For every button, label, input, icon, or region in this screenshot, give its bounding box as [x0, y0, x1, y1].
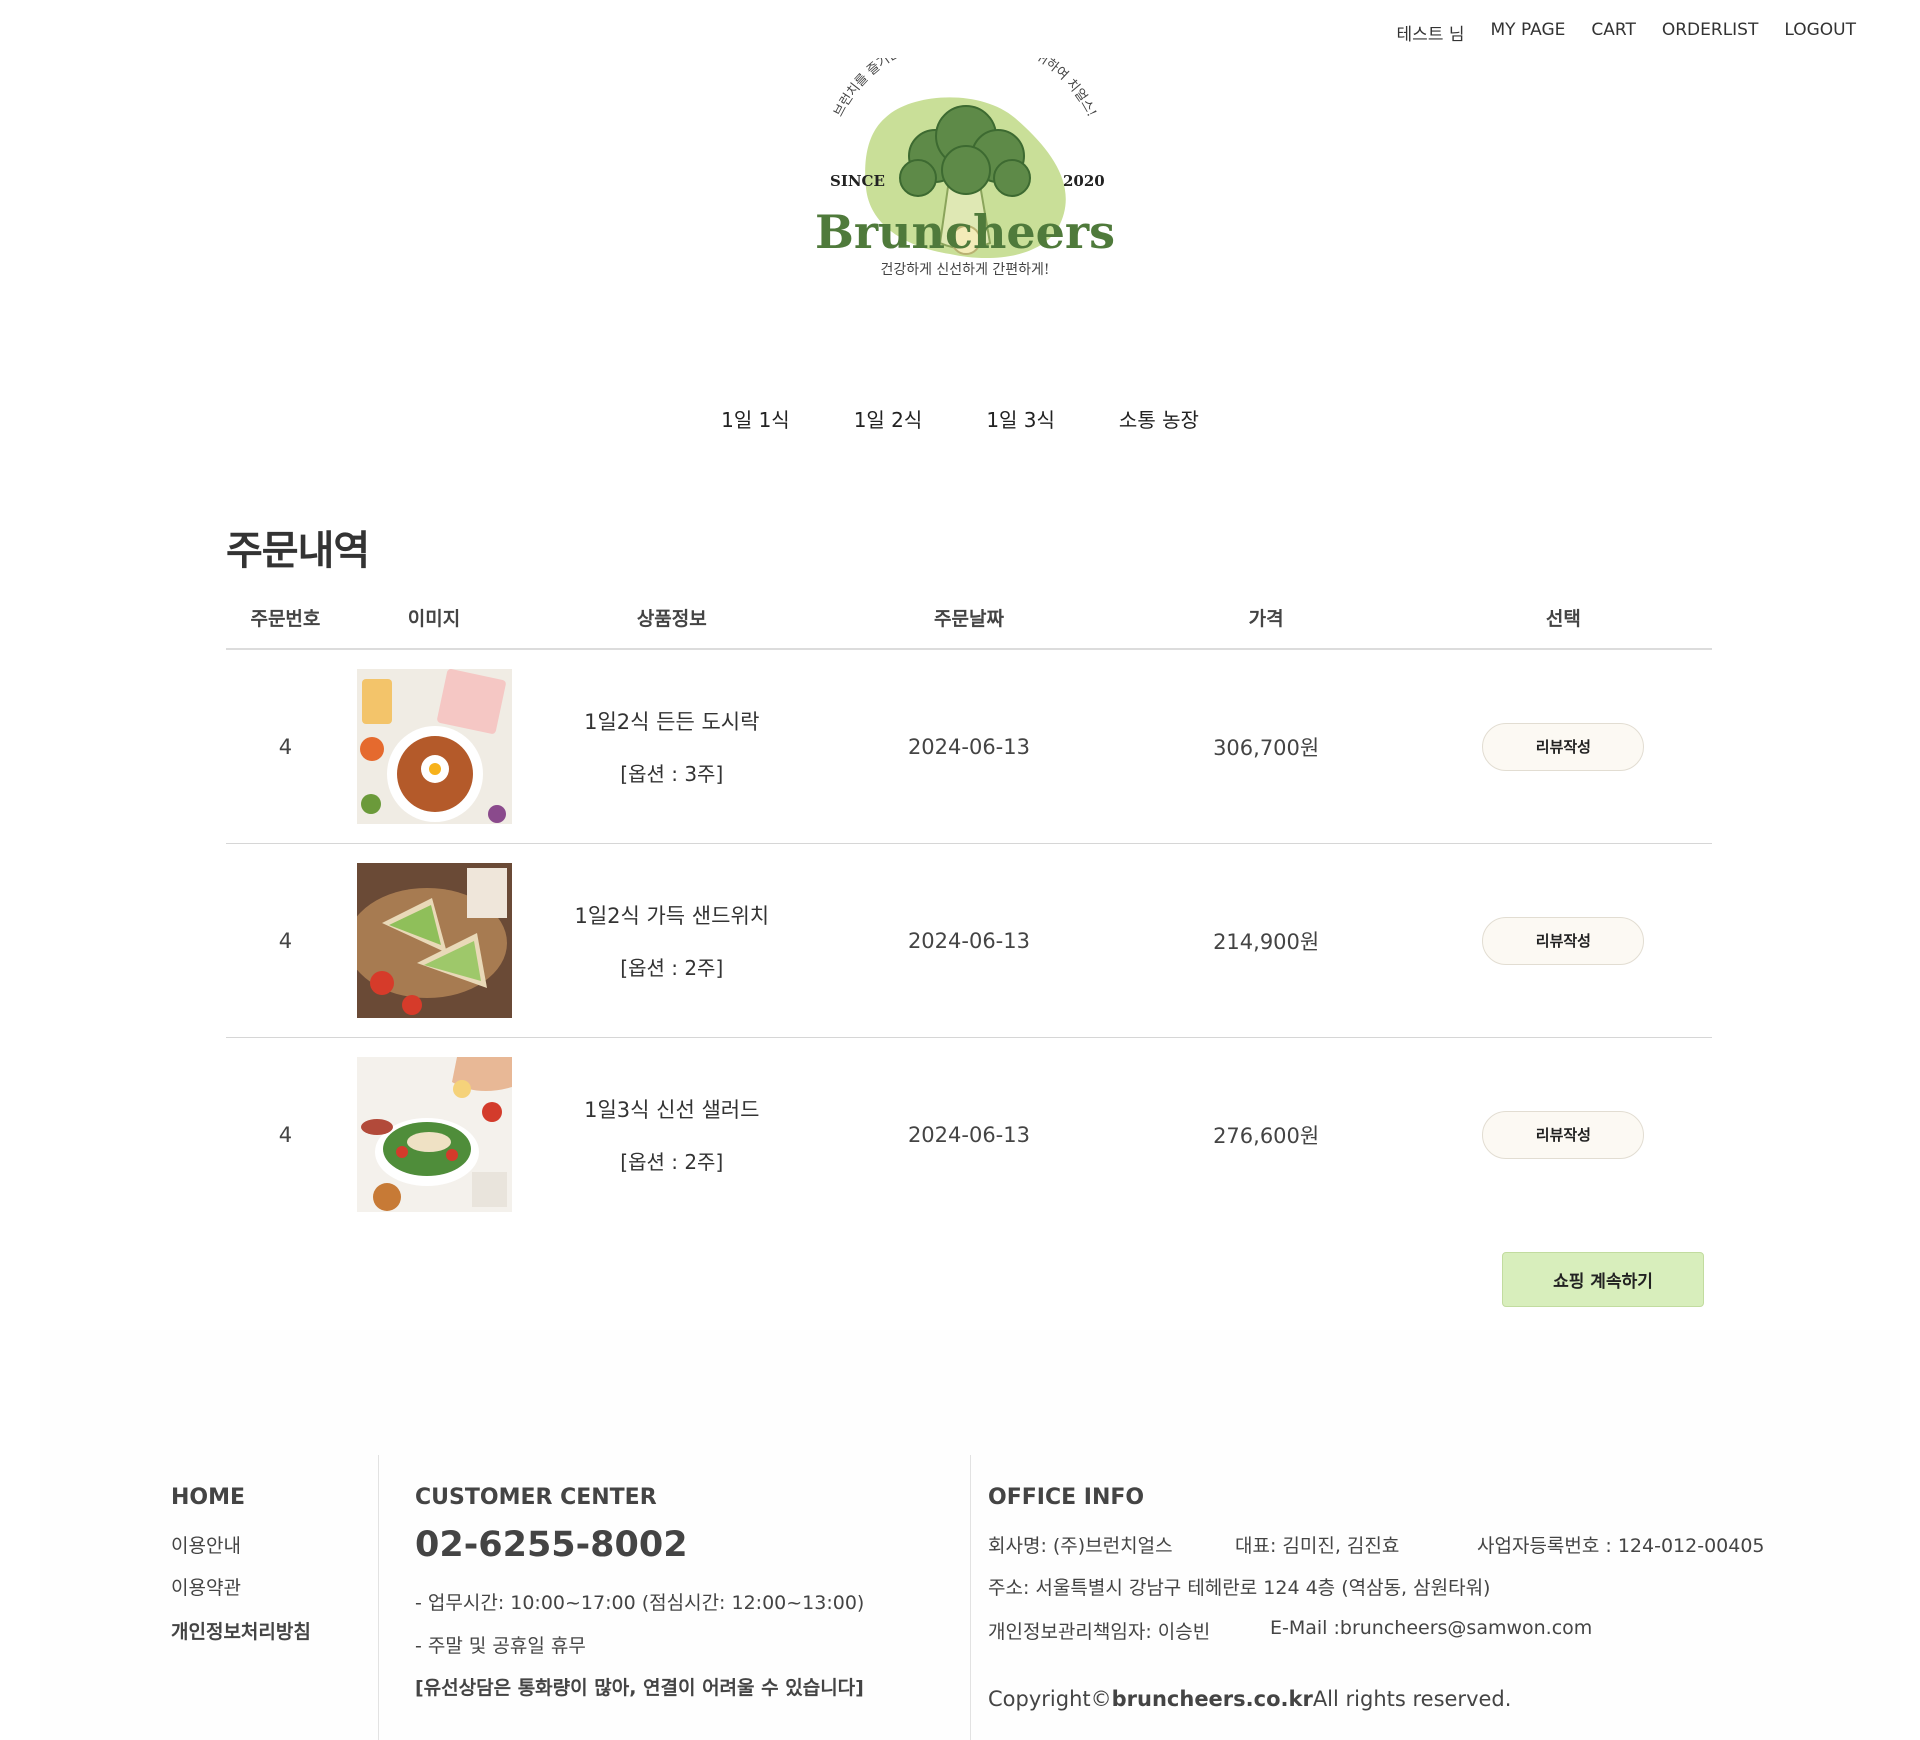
- footer-bizno: 사업자등록번호 : 124-012-00405: [1477, 1535, 1765, 1557]
- footer-privacy-link[interactable]: 개인정보처리방침: [171, 1617, 311, 1644]
- order-date: 2024-06-13: [820, 649, 1118, 844]
- copyright-prefix: Copyright©: [988, 1687, 1112, 1711]
- footer-phone: 02-6255-8002: [415, 1525, 688, 1565]
- order-price: 306,700원: [1117, 649, 1415, 844]
- bruncheers-logo[interactable]: 브런치를 즐기는 브런치어, 당신의 건강을 위하여 치얼스! SINCE 20…: [790, 58, 1140, 333]
- write-review-button[interactable]: 리뷰작성: [1482, 722, 1645, 771]
- order-date: 2024-06-13: [907, 1122, 1030, 1147]
- footer-home-column: HOME 이용안내 이용약관 개인정보처리방침: [135, 1455, 379, 1740]
- footer-customer-column: CUSTOMER CENTER 02-6255-8002 - 업무시간: 10:…: [378, 1455, 971, 1740]
- copyright-domain: bruncheers.co.kr: [1111, 1687, 1313, 1711]
- main-nav: 1일 1식 1일 2식 1일 3식 소통 농장: [0, 404, 1920, 433]
- order-table: 주문번호 이미지 상품정보 주문날짜 가격 선택 4 1일2식 든든 도시락 […: [226, 586, 1712, 1231]
- cart-link[interactable]: CART: [1591, 20, 1635, 45]
- salad-product-image[interactable]: [356, 1057, 512, 1212]
- table-row: 4 1일3식 신선 샐러드 [옵션: 2주] 2024-06-13 276,6…: [226, 1038, 1712, 1232]
- product-name[interactable]: 1일3식 신선 샐러드: [523, 1094, 820, 1124]
- footer: HOME 이용안내 이용약관 개인정보처리방침 CUSTOMER CENTER …: [135, 1455, 1785, 1740]
- user-greeting: 테스트 님: [1396, 25, 1465, 45]
- footer-company: 회사명: (주)브런치얼스: [988, 1535, 1173, 1557]
- product-name[interactable]: 1일2식 가득 샌드위치: [523, 900, 820, 930]
- col-order-no: 주문번호: [226, 586, 345, 650]
- order-no: 4: [226, 843, 345, 1038]
- nav-three-meals[interactable]: 1일 3식: [986, 404, 1055, 433]
- footer-holiday: - 주말 및 공휴일 휴무: [415, 1635, 586, 1657]
- order-price: 214,900원: [1117, 843, 1415, 1038]
- logo-brand: Bruncheers: [815, 205, 1115, 259]
- footer-office-column: OFFICE INFO 회사명: (주)브런치얼스 대표: 김미진, 김진효 사…: [970, 1455, 1785, 1740]
- footer-home-title[interactable]: HOME: [171, 1485, 245, 1510]
- product-option: [옵션 : 2주]: [620, 1150, 724, 1174]
- table-header-row: 주문번호 이미지 상품정보 주문날짜 가격 선택: [226, 586, 1712, 650]
- col-product: 상품정보: [523, 586, 821, 650]
- footer-hours: - 업무시간: 10:00~17:00 (점심시간: 12:00~13:00): [415, 1592, 865, 1614]
- col-select: 선택: [1414, 586, 1712, 650]
- col-date: 주문날짜: [820, 586, 1118, 650]
- order-no: 4: [226, 649, 345, 844]
- footer-customer-title: CUSTOMER CENTER: [415, 1485, 657, 1510]
- col-image: 이미지: [344, 586, 524, 650]
- lunchbox-product-image[interactable]: [356, 669, 512, 824]
- footer-notice: [유선상담은 통화량이 많아, 연결이 어려울 수 있습니다]: [415, 1677, 864, 1699]
- nav-community[interactable]: 소통 농장: [1119, 404, 1199, 433]
- table-row: 4 1일2식 가득 샌드위치 [옵션: 2주] 2024-06-13 214,…: [226, 843, 1712, 1038]
- continue-shopping-button[interactable]: 쇼핑 계속하기: [1502, 1252, 1704, 1307]
- product-name[interactable]: 1일2식 든든 도시락: [523, 706, 820, 736]
- nav-two-meals[interactable]: 1일 2식: [854, 404, 923, 433]
- footer-terms-link[interactable]: 이용약관: [171, 1573, 241, 1600]
- footer-email: E-Mail :bruncheers@samwon.com: [1270, 1617, 1593, 1639]
- col-price: 가격: [1117, 586, 1415, 650]
- copyright-suffix: All rights reserved.: [1312, 1687, 1512, 1711]
- sandwich-product-image[interactable]: [356, 863, 512, 1018]
- footer-ceo: 대표: 김미진, 김진효: [1235, 1535, 1400, 1557]
- orderlist-link[interactable]: ORDERLIST: [1662, 20, 1759, 45]
- order-price: 276,600원: [1213, 1123, 1320, 1148]
- logo-tagline: 건강하게 신선하게 간편하게!: [880, 262, 1049, 278]
- footer-copyright: Copyright©bruncheers.co.krAll rights res…: [988, 1687, 1511, 1711]
- page-title: 주문내역: [226, 528, 370, 574]
- order-date: 2024-06-13: [820, 843, 1118, 1038]
- product-option: [옵션 : 2주]: [620, 956, 724, 980]
- write-review-button[interactable]: 리뷰작성: [1482, 1110, 1645, 1159]
- nav-one-meal[interactable]: 1일 1식: [721, 404, 790, 433]
- product-option: [옵션 : 3주]: [620, 762, 724, 786]
- table-row: 4 1일2식 든든 도시락 [옵션: 3주] 2024-06-13 306,7…: [226, 649, 1712, 844]
- logout-link[interactable]: LOGOUT: [1784, 20, 1856, 45]
- footer-address: 주소: 서울특별시 강남구 테헤란로 124 4층 (역삼동, 삼원타워): [988, 1577, 1491, 1599]
- footer-office-title: OFFICE INFO: [988, 1485, 1145, 1510]
- footer-privacy-officer: 개인정보관리책임자: 이승빈: [988, 1621, 1211, 1643]
- mypage-link[interactable]: MY PAGE: [1491, 20, 1566, 45]
- user-menu: 테스트 님 MY PAGE CART ORDERLIST LOGOUT: [1397, 20, 1856, 45]
- order-no: 4: [278, 1122, 293, 1147]
- logo-year: 2020: [1063, 172, 1105, 190]
- footer-guide-link[interactable]: 이용안내: [171, 1531, 241, 1558]
- logo-since: SINCE: [830, 172, 885, 190]
- write-review-button[interactable]: 리뷰작성: [1482, 916, 1645, 965]
